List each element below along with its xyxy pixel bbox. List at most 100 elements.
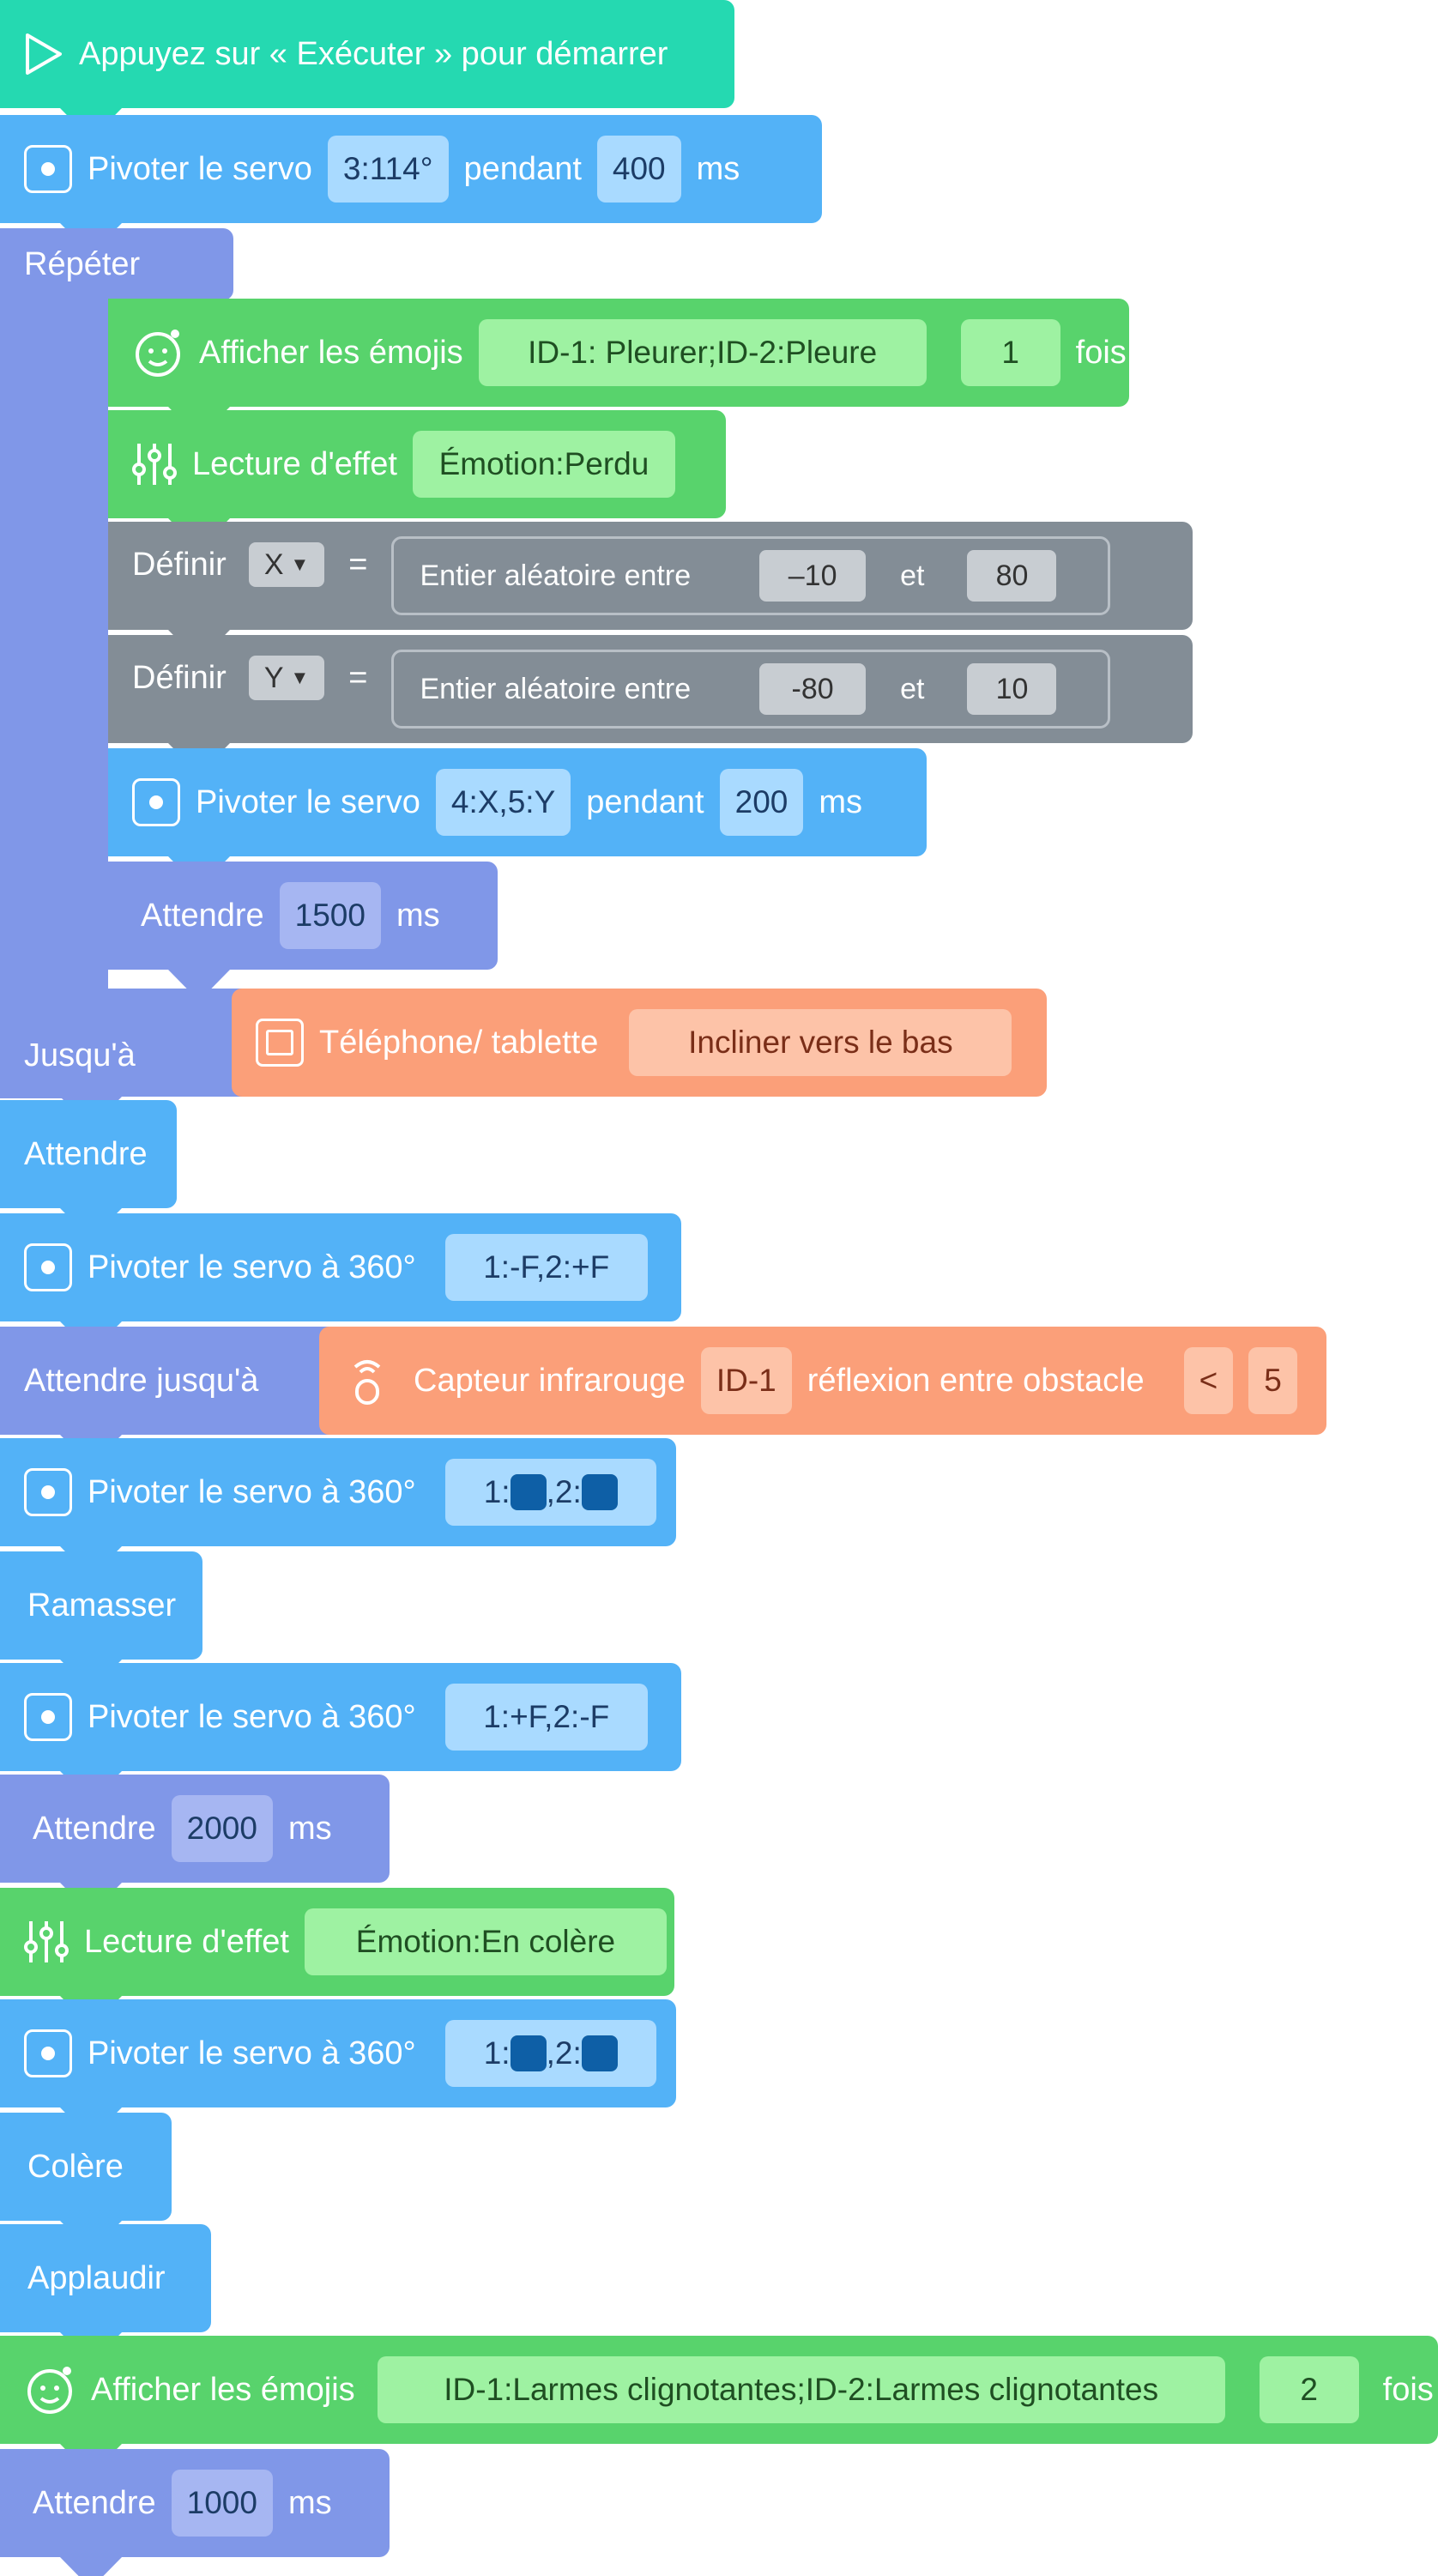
- and-label: et: [900, 672, 925, 705]
- block-label: Lecture d'effet: [192, 445, 397, 482]
- unit-label: ms: [287, 2484, 332, 2521]
- duration-field[interactable]: 1500: [279, 882, 381, 949]
- random-label: Entier aléatoire entre: [420, 559, 692, 592]
- phone-tilt-condition[interactable]: Téléphone/ tablette Incliner vers le bas: [232, 989, 1047, 1097]
- random-min-field[interactable]: -80: [759, 663, 867, 715]
- variable-name: Y: [263, 661, 284, 694]
- pick-up-block[interactable]: Ramasser: [0, 1551, 202, 1660]
- rotate-servo-360-block[interactable]: Pivoter le servo à 360° 1: ,2:: [0, 1438, 676, 1546]
- servo-icon: [24, 1243, 72, 1291]
- show-emoji-block[interactable]: Afficher les émojis ID-1:Larmes clignota…: [0, 2336, 1438, 2444]
- set-variable-x-block[interactable]: Définir X ▼ = Entier aléatoire entre –10 …: [108, 522, 1193, 630]
- wait-block[interactable]: Attendre 1500 ms: [108, 862, 498, 970]
- duration-field[interactable]: 400: [596, 136, 681, 203]
- servo-icon: [24, 145, 72, 193]
- servo-2-label: ,2:: [546, 2035, 582, 2071]
- servo-color-field[interactable]: 1: ,2:: [444, 2020, 656, 2087]
- random-integer-block[interactable]: Entier aléatoire entre –10 et 80: [391, 536, 1111, 615]
- dropdown-arrow-icon: ▼: [290, 667, 310, 688]
- servo-icon: [132, 778, 180, 826]
- duration-field[interactable]: 1000: [171, 2470, 273, 2537]
- start-block[interactable]: Appuyez sur « Exécuter » pour démarrer: [0, 0, 734, 108]
- define-label: Définir: [132, 546, 227, 583]
- block-label: Attendre: [141, 897, 264, 934]
- repeat-block[interactable]: Répéter: [0, 228, 233, 300]
- duration-field[interactable]: 200: [719, 769, 804, 836]
- start-label: Appuyez sur « Exécuter » pour démarrer: [79, 35, 668, 72]
- servo-direction-field[interactable]: 1:-F,2:+F: [444, 1234, 648, 1301]
- duration-field[interactable]: 2000: [171, 1795, 273, 1862]
- pendant-label: pendant: [463, 150, 582, 187]
- unit-label: ms: [696, 150, 740, 187]
- anger-block[interactable]: Colère: [0, 2113, 172, 2221]
- repeat-loop-body: [0, 292, 108, 1098]
- threshold-field[interactable]: 5: [1248, 1347, 1297, 1414]
- rotate-servo-block[interactable]: Pivoter le servo 3:114° pendant 400 ms: [0, 115, 822, 223]
- operator-select[interactable]: <: [1183, 1347, 1234, 1414]
- random-max-field[interactable]: 80: [967, 550, 1057, 602]
- random-integer-block[interactable]: Entier aléatoire entre -80 et 10: [391, 650, 1111, 729]
- rotate-servo-360-block[interactable]: Pivoter le servo à 360° 1: ,2:: [0, 1999, 676, 2107]
- rotate-servo-360-block[interactable]: Pivoter le servo à 360° 1:+F,2:-F: [0, 1663, 681, 1771]
- servo-color-field[interactable]: 1: ,2:: [444, 1459, 656, 1526]
- servo-2-label: ,2:: [546, 1474, 582, 1509]
- wait-until-block[interactable]: Attendre jusqu'à: [0, 1327, 343, 1435]
- pendant-label: pendant: [586, 783, 704, 820]
- until-label: Jusqu'à: [24, 1037, 136, 1073]
- unit-label: ms: [396, 897, 440, 934]
- emoji-select[interactable]: ID-1: Pleurer;ID-2:Pleure: [478, 319, 927, 386]
- wait-block[interactable]: Attendre: [0, 1100, 177, 1208]
- play-effect-block[interactable]: Lecture d'effet Émotion:En colère: [0, 1888, 674, 1996]
- block-label: Ramasser: [27, 1587, 177, 1624]
- variable-dropdown-y[interactable]: Y ▼: [248, 656, 325, 700]
- rotate-servo-360-block[interactable]: Pivoter le servo à 360° 1:-F,2:+F: [0, 1213, 681, 1321]
- emoji-face-icon: [27, 2367, 72, 2414]
- block-label: Attendre jusqu'à: [24, 1362, 259, 1399]
- play-effect-block[interactable]: Lecture d'effet Émotion:Perdu: [108, 410, 726, 518]
- block-label: Attendre: [33, 1810, 156, 1847]
- block-label: Pivoter le servo à 360°: [88, 1249, 416, 1285]
- servo-1-label: 1:: [483, 2035, 511, 2071]
- block-label: Attendre: [33, 2484, 156, 2521]
- random-label: Entier aléatoire entre: [420, 672, 692, 705]
- sensor-label: Capteur infrarouge: [414, 1362, 686, 1399]
- equals-sign: =: [348, 659, 368, 696]
- times-field[interactable]: 2: [1259, 2356, 1359, 2423]
- color-swatch: [581, 1474, 618, 1510]
- random-min-field[interactable]: –10: [759, 550, 867, 602]
- set-variable-y-block[interactable]: Définir Y ▼ = Entier aléatoire entre -80 …: [108, 635, 1193, 743]
- times-field[interactable]: 1: [960, 319, 1060, 386]
- infrared-sensor-condition[interactable]: Capteur infrarouge ID-1 réflexion entre …: [319, 1327, 1326, 1435]
- wait-block[interactable]: Attendre 2000 ms: [0, 1775, 390, 1883]
- emoji-select[interactable]: ID-1:Larmes clignotantes;ID-2:Larmes cli…: [377, 2356, 1225, 2423]
- block-label: Colère: [27, 2148, 124, 2185]
- dropdown-arrow-icon: ▼: [290, 553, 310, 575]
- color-swatch: [581, 2035, 618, 2071]
- effect-select[interactable]: Émotion:En colère: [304, 1908, 667, 1975]
- equals-sign: =: [348, 546, 368, 583]
- sensor-id-select[interactable]: ID-1: [700, 1347, 792, 1414]
- rotate-servo-block[interactable]: Pivoter le servo 4:X,5:Y pendant 200 ms: [108, 748, 927, 856]
- servo-icon: [24, 1693, 72, 1741]
- servo-angle-field[interactable]: 3:114°: [327, 136, 449, 203]
- tilt-select[interactable]: Incliner vers le bas: [629, 1009, 1012, 1076]
- servo-icon: [24, 2029, 72, 2077]
- unit-label: fois: [1382, 2371, 1434, 2408]
- until-block[interactable]: Jusqu'à: [0, 989, 257, 1097]
- equalizer-icon: [24, 1921, 69, 1962]
- servo-1-label: 1:: [483, 1474, 511, 1509]
- clap-block[interactable]: Applaudir: [0, 2224, 211, 2332]
- servo-direction-field[interactable]: 1:+F,2:-F: [444, 1684, 648, 1751]
- emoji-face-icon: [136, 330, 180, 377]
- unit-label: fois: [1075, 334, 1127, 371]
- condition-label: réflexion entre obstacle: [807, 1362, 1145, 1399]
- wait-block[interactable]: Attendre 1000 ms: [0, 2449, 390, 2557]
- servo-angle-field[interactable]: 4:X,5:Y: [435, 769, 571, 836]
- variable-dropdown-x[interactable]: X ▼: [248, 542, 325, 587]
- random-max-field[interactable]: 10: [967, 663, 1057, 715]
- infrared-sensor-icon: [353, 1360, 381, 1405]
- equalizer-icon: [132, 444, 177, 485]
- show-emoji-block[interactable]: Afficher les émojis ID-1: Pleurer;ID-2:P…: [108, 299, 1129, 407]
- effect-select[interactable]: Émotion:Perdu: [412, 431, 675, 498]
- variable-name: X: [263, 547, 284, 581]
